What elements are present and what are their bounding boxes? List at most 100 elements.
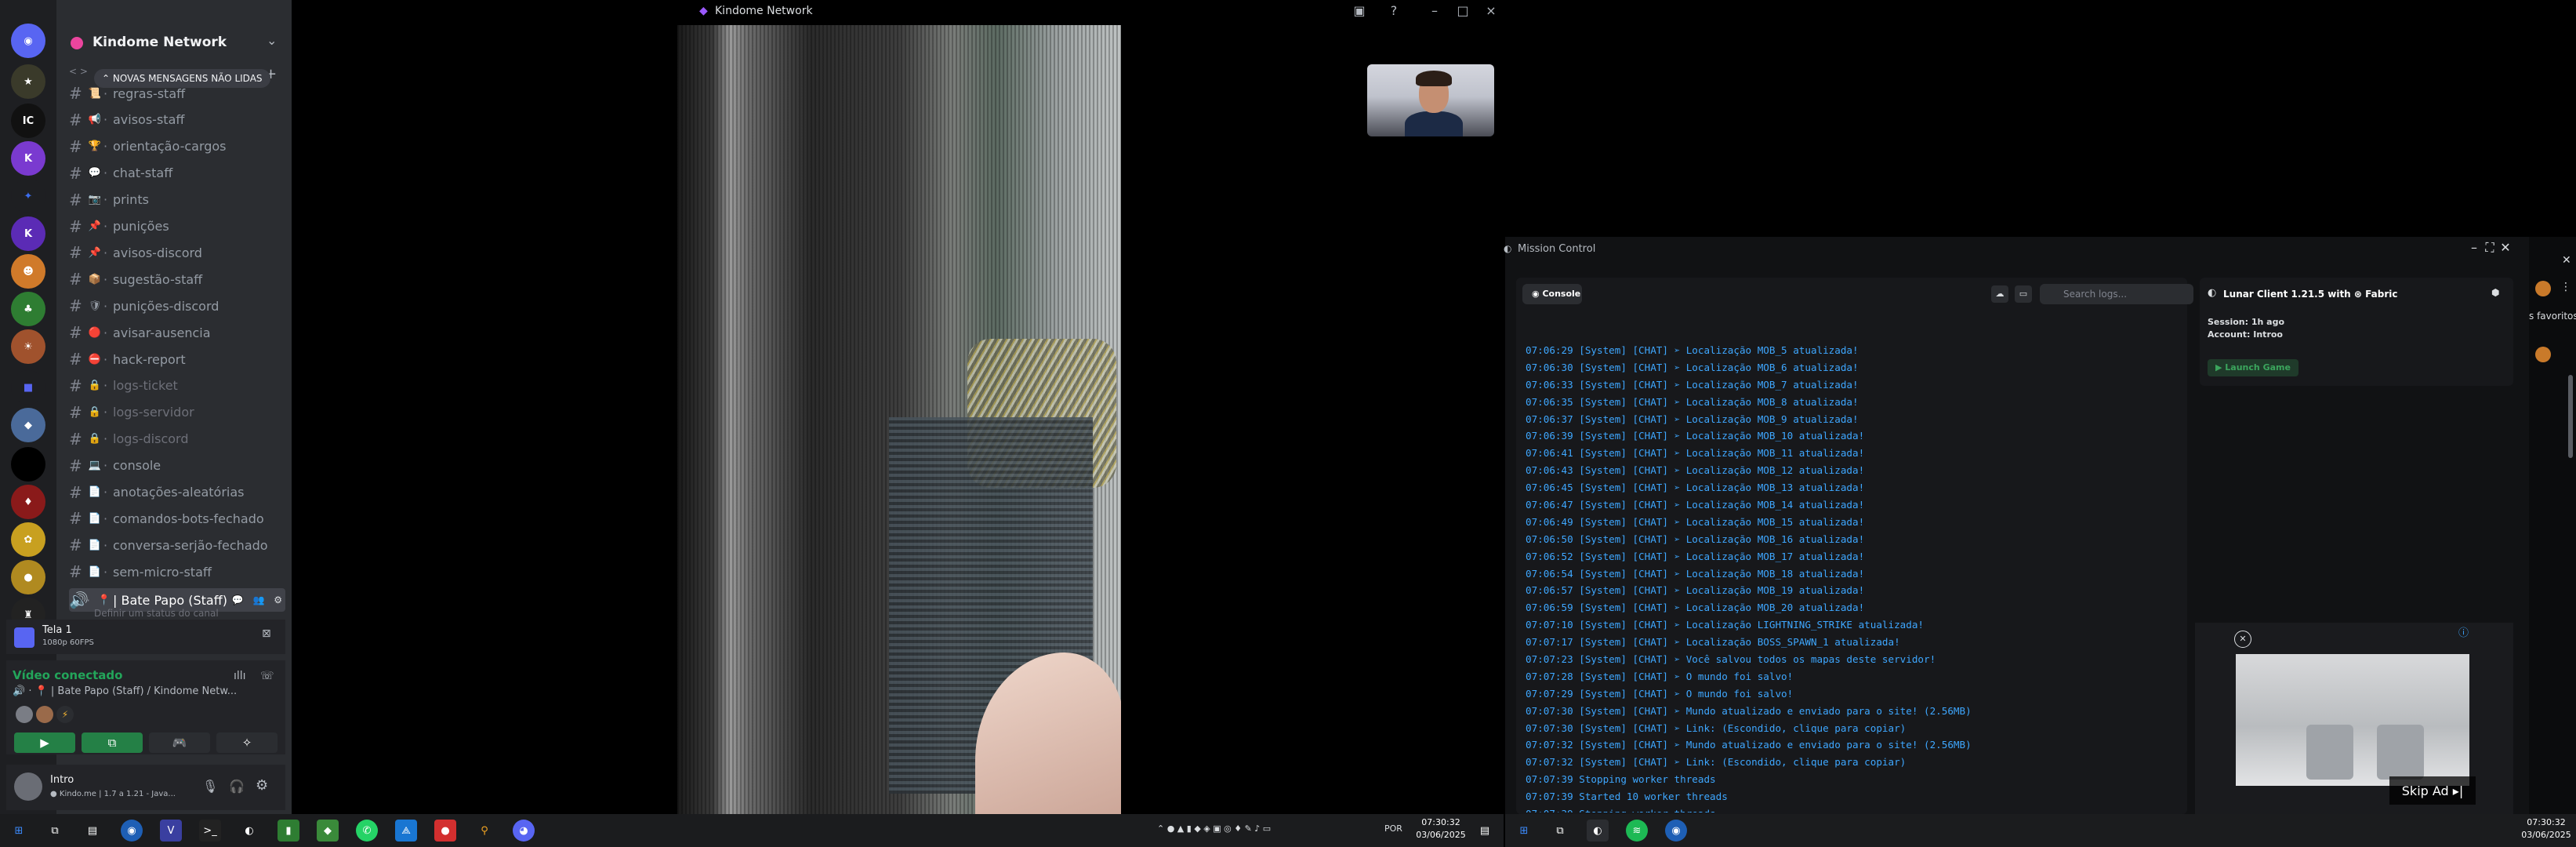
search-input[interactable] [2040, 284, 2193, 304]
channel-item[interactable]: # 🏆 · orientação-cargos [69, 135, 285, 158]
channel-item[interactable]: # ⛔ · hack-report [69, 347, 285, 371]
file-explorer-icon[interactable]: ▤ [82, 820, 103, 842]
terminal-icon[interactable]: >_ [199, 820, 221, 842]
spotify-icon[interactable]: ≋ [1626, 820, 1648, 842]
server-icon[interactable]: ● [11, 560, 45, 594]
server-icon[interactable]: ✦ [11, 179, 45, 213]
channel-item[interactable]: # 💻 · console [69, 454, 285, 478]
channel-item[interactable]: # 📌 · avisos-discord [69, 241, 285, 264]
participant-avatar[interactable] [16, 706, 33, 723]
folder-icon[interactable]: ■ [11, 370, 45, 405]
activity-icon[interactable]: ⚡ [56, 706, 74, 723]
tray-icons[interactable]: ⌃ ● ▲ ▮ ◆ ◈ ▣ ◎ ♦ ✎ ♪ ▭ [1157, 823, 1271, 834]
mute-icon[interactable]: ✕ [2234, 631, 2251, 648]
channel-item[interactable]: # 📦 · sugestão-staff [69, 267, 285, 291]
voice-channel-status[interactable]: Definir um status do canal [94, 608, 219, 619]
ad-video[interactable] [2236, 654, 2469, 786]
discord-icon[interactable]: ◕ [513, 820, 535, 842]
task-view-icon[interactable]: ⧉ [1549, 820, 1571, 842]
chrome-icon[interactable]: ◉ [1665, 820, 1687, 842]
visual-studio-icon[interactable]: V [160, 820, 182, 842]
app-icon[interactable]: ◐ [238, 820, 260, 842]
app-icon[interactable]: ● [434, 820, 456, 842]
channel-item[interactable]: # 🛡 · punições-discord [69, 294, 285, 318]
close-button[interactable]: × [1482, 3, 1500, 18]
channel-item[interactable]: # 📄 · conversa-serjão-fechado [69, 533, 285, 557]
server-icon[interactable]: ☀ [11, 329, 45, 364]
server-icon[interactable]: ♦ [11, 485, 45, 519]
server-icon[interactable]: ☻ [11, 254, 45, 289]
avatar[interactable] [2535, 347, 2551, 362]
channel-item[interactable]: # 📌 · punições [69, 215, 285, 238]
avatar[interactable] [14, 772, 42, 801]
server-icon[interactable] [11, 447, 45, 482]
gear-icon[interactable]: ⚙ [256, 777, 268, 794]
more-options-icon[interactable]: ⋮ [2560, 281, 2571, 293]
close-button[interactable]: ✕ [2498, 240, 2513, 255]
skip-ad-button[interactable]: Skip Ad ▸| [2389, 776, 2476, 805]
soundboard-button[interactable]: ✧ [216, 732, 278, 753]
folder-icon[interactable]: ▭ [2015, 285, 2032, 303]
webcam-preview[interactable] [1367, 64, 1494, 136]
launch-game-button[interactable]: ▶ Launch Game [2208, 359, 2298, 376]
server-icon[interactable]: K [11, 216, 45, 251]
fullscreen-button[interactable]: ⛶ [2482, 240, 2498, 256]
notification-icon[interactable]: ▤ [1474, 820, 1496, 842]
search-app-icon[interactable]: ⚲ [473, 820, 495, 842]
tab-console[interactable]: ◉ Console [1522, 284, 1582, 304]
server-icon[interactable]: IC [11, 104, 45, 138]
close-icon[interactable]: ✕ [2562, 254, 2571, 267]
chevron-down-icon[interactable]: ⌄ [267, 33, 277, 48]
scrollbar[interactable] [2568, 375, 2573, 458]
whatsapp-icon[interactable]: ✆ [356, 820, 378, 842]
unread-messages-banner[interactable]: ⌃ NOVAS MENSAGENS NÃO LIDAS [94, 69, 270, 88]
stop-stream-icon[interactable]: ⊠ [262, 627, 271, 640]
task-view-icon[interactable]: ⧉ [44, 820, 66, 842]
chrome-icon[interactable]: ◉ [121, 820, 143, 842]
app-icon[interactable]: ◐ [1587, 820, 1609, 842]
discord-home-icon[interactable]: ◉ [11, 24, 45, 58]
minimize-button[interactable]: – [1425, 3, 1444, 18]
screen-share-button[interactable]: ⧉ [82, 732, 143, 753]
clock-time[interactable]: 07:30:32 [1417, 817, 1464, 827]
start-icon[interactable]: ⊞ [8, 820, 30, 842]
server-icon[interactable]: ◆ [11, 408, 45, 442]
participant-avatar[interactable] [36, 706, 53, 723]
app-icon[interactable]: ⟁ [395, 820, 417, 842]
camera-button[interactable]: ▶ [14, 732, 75, 753]
disconnect-icon[interactable]: ☏ [260, 670, 274, 682]
voice-channel-controls[interactable]: 💬 👥 ⚙ [232, 594, 285, 605]
channel-item[interactable]: # 🔒 · logs-servidor [69, 401, 285, 424]
app-icon[interactable]: ▮ [278, 820, 299, 842]
voice-location[interactable]: 🔊 · 📍 | Bate Papo (Staff) / Kindome Netw… [13, 685, 237, 697]
avatar[interactable] [2535, 281, 2551, 296]
signal-icon[interactable]: ıllı [234, 670, 246, 682]
channel-item[interactable]: # 📷 · prints [69, 188, 285, 212]
channel-item[interactable]: # 📢 · avisos-staff [69, 108, 285, 132]
channel-item[interactable]: # 🔴 · avisar-ausencia [69, 321, 285, 344]
channel-item[interactable]: # 🔒 · logs-ticket [69, 374, 285, 398]
start-icon[interactable]: ⊞ [1513, 820, 1535, 842]
help-icon[interactable]: ? [1384, 3, 1403, 18]
microphone-icon[interactable]: 🎙 [202, 779, 218, 794]
clock-date[interactable]: 03/06/2025 [1413, 830, 1469, 840]
minimize-button[interactable]: – [2466, 240, 2482, 255]
headphones-icon[interactable]: 🎧 [229, 779, 245, 794]
upload-icon[interactable]: ☁ [1991, 285, 2008, 303]
info-icon[interactable]: ⓘ [2458, 624, 2469, 639]
inbox-icon[interactable]: ▣ [1350, 3, 1369, 18]
activity-button[interactable]: 🎮 [149, 732, 210, 753]
minecraft-icon[interactable]: ◆ [317, 820, 339, 842]
server-icon[interactable]: ★ [11, 64, 45, 99]
maximize-button[interactable]: □ [1453, 3, 1472, 18]
channel-item[interactable]: # 🔒 · logs-discord [69, 427, 285, 451]
language-indicator[interactable]: POR [1384, 823, 1402, 834]
stream-video[interactable] [677, 25, 1121, 814]
clock-date[interactable]: 03/06/2025 [2516, 830, 2576, 840]
server-icon-kindome[interactable]: K [11, 141, 45, 176]
channel-item[interactable]: # 📄 · sem-micro-staff [69, 560, 285, 583]
channel-item[interactable]: # 📄 · anotações-aleatórias [69, 481, 285, 504]
channel-item[interactable]: # 📄 · comandos-bots-fechado [69, 507, 285, 530]
channel-item[interactable]: # 💬 · chat-staff [69, 162, 285, 185]
server-icon[interactable]: ✿ [11, 522, 45, 557]
